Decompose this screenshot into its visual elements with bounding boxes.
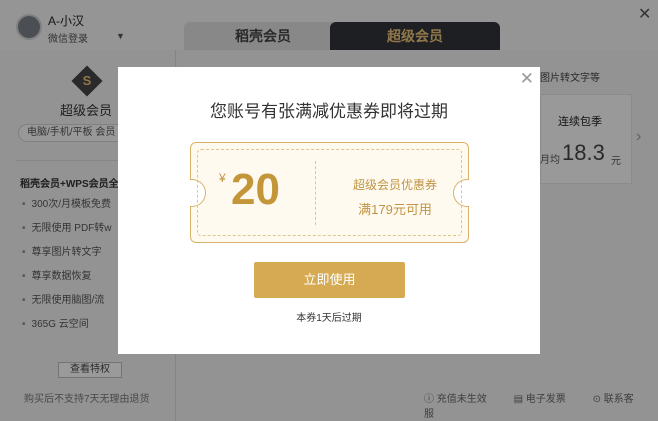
coupon-card: ¥ 20 超级会员优惠券 满179元可用 [190,142,469,243]
currency-symbol: ¥ [219,171,226,185]
close-icon[interactable]: ✕ [520,69,534,89]
dialog-title: 您账号有张满减优惠券即将过期 [210,102,448,121]
coupon-expiry-dialog: ✕ 您账号有张满减优惠券即将过期 ¥ 20 超级会员优惠券 满179元可用 立即… [118,67,540,354]
coupon-divider [315,161,316,225]
coupon-condition: 满179元可用 [358,202,432,217]
coupon-amount: 20 [231,165,280,214]
use-now-button[interactable]: 立即使用 [254,262,405,298]
coupon-name: 超级会员优惠券 [352,178,437,192]
expiry-text: 本券1天后过期 [296,313,362,324]
